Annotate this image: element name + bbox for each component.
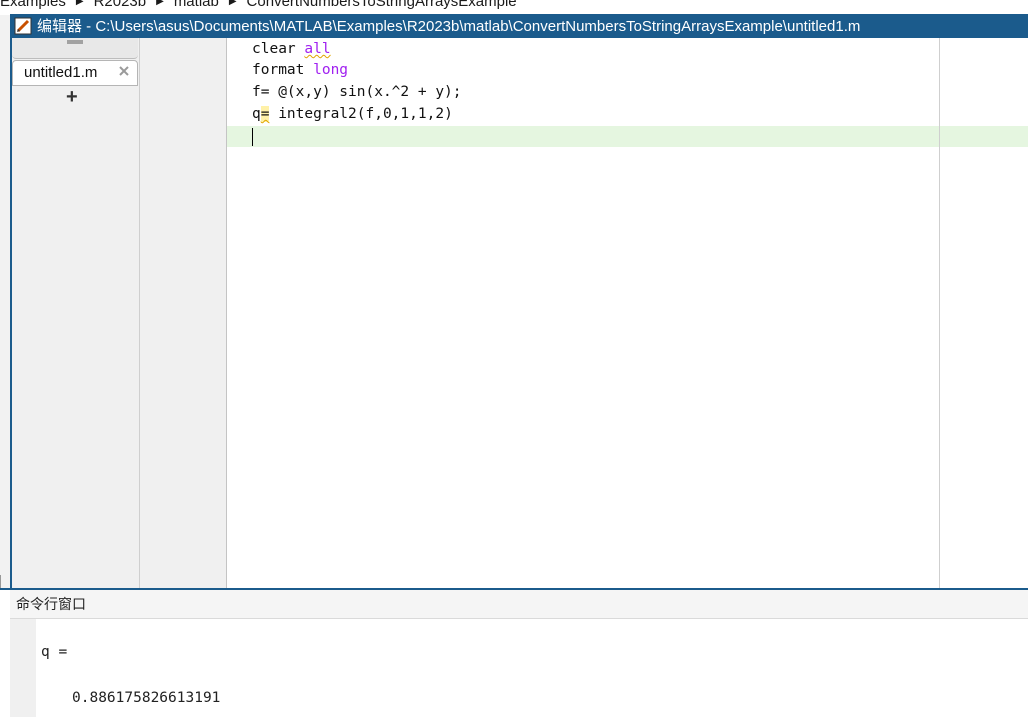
add-tab-button[interactable]: + bbox=[66, 86, 78, 108]
breadcrumb-arrow-icon: ▶ bbox=[156, 0, 164, 7]
code-line-1[interactable]: clear all bbox=[252, 39, 331, 60]
code-line-2[interactable]: format long bbox=[252, 60, 348, 81]
current-line-highlight bbox=[227, 126, 1028, 147]
code-token: clear bbox=[252, 41, 305, 57]
editor-title: 编辑器 - C:\Users\asus\Documents\MATLAB\Exa… bbox=[37, 18, 861, 35]
output-variable: q = bbox=[41, 644, 68, 660]
code-line-3[interactable]: f= @(x,y) sin(x.^2 + y); bbox=[252, 82, 462, 103]
code-token: f= @(x,y) sin(x.^2 + y); bbox=[252, 84, 462, 100]
text-caret bbox=[252, 128, 253, 146]
document-tab-column: untitled1.m + bbox=[12, 38, 140, 588]
tab-column-grip[interactable] bbox=[12, 38, 138, 59]
breadcrumb-item[interactable]: R2023b bbox=[94, 0, 147, 10]
grip-dots-icon bbox=[67, 40, 83, 44]
code-keyword: all bbox=[304, 41, 331, 57]
tab-untitled1[interactable]: untitled1.m bbox=[12, 60, 138, 86]
tab-label: untitled1.m bbox=[24, 64, 98, 81]
line-gutter[interactable] bbox=[140, 38, 227, 588]
editor-icon bbox=[14, 17, 32, 35]
output-value: 0.886175826613191 bbox=[72, 690, 221, 706]
breadcrumb: Examples ▶ R2023b ▶ matlab ▶ ConvertNumbersToS… bbox=[0, 0, 1028, 10]
code-token: format bbox=[252, 62, 314, 78]
breadcrumb-arrow-icon: ▶ bbox=[75, 0, 84, 7]
breadcrumb-item[interactable]: Examples bbox=[0, 0, 66, 10]
left-panel-divider bbox=[0, 575, 9, 588]
code-area[interactable]: clear all format long f= @(x,y) sin(x.^2… bbox=[227, 38, 1028, 588]
command-window[interactable]: 命令行窗口 q = 0.886175826613191 bbox=[0, 588, 1028, 717]
command-window-gutter bbox=[10, 619, 36, 717]
code-line-4[interactable]: q= integral2(f,0,1,1,2) bbox=[252, 104, 453, 125]
left-panel-edge bbox=[0, 15, 10, 588]
code-token: q bbox=[252, 106, 261, 122]
right-margin-line bbox=[939, 38, 940, 588]
editor-titlebar[interactable]: 编辑器 - C:\Users\asus\Documents\MATLAB\Exa… bbox=[12, 16, 1028, 38]
code-keyword: long bbox=[313, 62, 349, 78]
breadcrumb-item[interactable]: matlab bbox=[174, 0, 219, 10]
editor-window: 编辑器 - C:\Users\asus\Documents\MATLAB\Exa… bbox=[10, 14, 1028, 588]
code-token: integral2(f,0,1,1,2) bbox=[269, 106, 453, 122]
close-icon[interactable] bbox=[118, 65, 130, 77]
breadcrumb-item[interactable]: ConvertNumbersToStringArraysExample bbox=[247, 0, 517, 10]
breadcrumb-arrow-icon: ▶ bbox=[228, 0, 237, 7]
command-window-header[interactable]: 命令行窗口 bbox=[10, 590, 1028, 619]
command-window-title: 命令行窗口 bbox=[16, 596, 86, 612]
